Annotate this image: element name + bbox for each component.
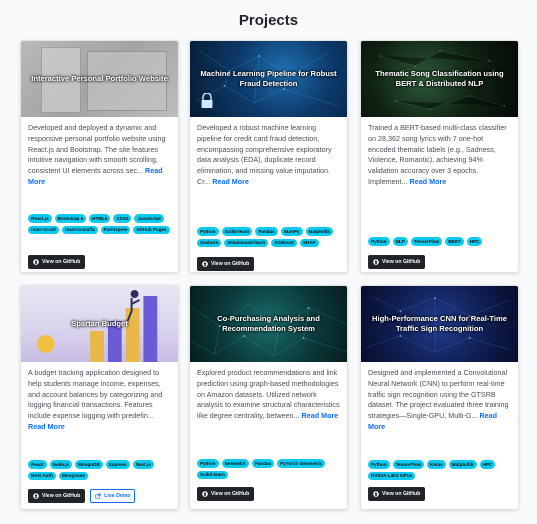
github-icon (202, 261, 208, 267)
project-card-fraud-detection: Machine Learning Pipeline for Robust Fra… (189, 40, 348, 273)
read-more-link[interactable]: Read More (212, 177, 249, 186)
project-image-song-classification: Thematic Song Classification using BERT … (361, 41, 518, 117)
tech-tag: Pandas (255, 227, 278, 236)
view-on-github-button[interactable]: View on GitHub (368, 487, 426, 502)
view-on-github-button[interactable]: View on GitHub (368, 255, 426, 270)
project-card-portfolio: Interactive Personal Portfolio Website D… (20, 40, 179, 273)
tech-tag: Mongoose (58, 471, 88, 480)
github-icon (33, 493, 39, 499)
tech-tag: React (28, 460, 47, 469)
tech-tag: Python (197, 227, 219, 236)
tech-tag: MongoDB (75, 460, 103, 469)
tech-tag: Python (197, 459, 219, 468)
project-image-portfolio: Interactive Personal Portfolio Website (21, 41, 178, 117)
tech-tag: react-icons/fa (61, 225, 98, 234)
tech-tag: NLP (392, 237, 408, 246)
lock-icon (201, 93, 213, 108)
tech-tag: Bootstrap 5 (54, 214, 87, 223)
project-card-spartan-budget: Spartan Budget A budget tracking applica… (20, 285, 179, 510)
project-description: Trained a BERT-based multi-class classif… (368, 123, 507, 186)
view-on-github-button[interactable]: View on GitHub (28, 489, 86, 504)
tech-tag: Seaborn (197, 238, 222, 247)
tech-tag: Matplotlib (305, 227, 334, 236)
tech-tags: Python NetworkX Pandas PyTorch Geometric… (197, 459, 340, 479)
tech-tags: Python Scikit-learn Pandas NumPy Matplot… (197, 227, 340, 247)
project-image-traffic-sign-cnn: High-Performance CNN for Real-Time Traff… (361, 286, 518, 362)
project-description: A budget tracking application designed t… (28, 368, 163, 431)
project-image-title: Co-Purchasing Analysis and Recommendatio… (217, 313, 320, 333)
tech-tag: NetworkX (221, 459, 249, 468)
view-on-github-button[interactable]: View on GitHub (197, 257, 255, 272)
tech-tag: NVIDIA L40S GPUs (368, 471, 416, 480)
tech-tag: Python (368, 460, 390, 469)
tech-tag: Next.js (132, 460, 154, 469)
tech-tag: Python (368, 237, 390, 246)
page-title: Projects (238, 12, 299, 29)
tech-tag: CSS3 (113, 214, 132, 223)
github-icon (373, 259, 379, 265)
tech-tag: Next-Auth (28, 471, 56, 480)
tech-tag: NumPy (280, 227, 303, 236)
tech-tag: Scikit-learn (197, 470, 228, 479)
tech-tag: GitHub Pages (133, 225, 170, 234)
project-description: Designed and implemented a Convolutional… (368, 368, 509, 431)
tech-tag: Matplotlib (448, 460, 477, 469)
github-icon (33, 259, 39, 265)
tech-tag: BERT (445, 237, 464, 246)
tech-tag: JavaScript (134, 214, 164, 223)
tech-tag: SHAP (299, 238, 319, 247)
tech-tag: React.js (28, 214, 52, 223)
project-card-co-purchasing: Co-Purchasing Analysis and Recommendatio… (189, 285, 348, 510)
read-more-link[interactable]: Read More (28, 422, 65, 431)
tech-tag: PyTorch Geometric (277, 459, 326, 468)
github-icon (202, 491, 208, 497)
tech-tag: Node.js (49, 460, 73, 469)
project-image-title: Machine Learning Pipeline for Robust Fra… (200, 68, 337, 88)
external-link-icon (95, 493, 101, 499)
tech-tag: HPC (479, 460, 496, 469)
tech-tag: Express (105, 460, 130, 469)
project-image-fraud-detection: Machine Learning Pipeline for Robust Fra… (190, 41, 347, 117)
read-more-link[interactable]: Read More (410, 177, 447, 186)
tech-tags: Python TensorFlow Keras Matplotlib HPC N… (368, 460, 511, 480)
project-image-title: High-Performance CNN for Real-Time Traff… (372, 313, 507, 333)
tech-tag: Formspree (100, 225, 131, 234)
project-description: Developed and deployed a dynamic and res… (28, 123, 166, 186)
project-card-song-classification: Thematic Song Classification using BERT … (360, 40, 519, 273)
project-description: Developed a robust machine learning pipe… (197, 123, 332, 186)
tech-tag: react-scroll (28, 225, 59, 234)
project-image-spartan-budget: Spartan Budget (21, 286, 178, 362)
tech-tag: XGBoost (271, 238, 297, 247)
tech-tag: HTML5 (89, 214, 111, 223)
project-description: Explored product recommendations and lin… (197, 368, 340, 421)
tech-tag: TensorFlow (410, 237, 443, 246)
github-icon (373, 491, 379, 497)
view-on-github-button[interactable]: View on GitHub (197, 487, 255, 502)
project-image-co-purchasing: Co-Purchasing Analysis and Recommendatio… (190, 286, 347, 362)
tech-tag: TensorFlow (392, 460, 425, 469)
tech-tag: HPC (466, 237, 483, 246)
tech-tags: Python NLP TensorFlow BERT HPC (368, 237, 511, 246)
tech-tag: Scikit-learn (221, 227, 253, 236)
project-image-title: Spartan Budget (71, 318, 128, 328)
tech-tags: React Node.js MongoDB Express Next.js Ne… (28, 460, 171, 480)
read-more-link[interactable]: Read More (302, 411, 339, 420)
project-image-title: Thematic Song Classification using BERT … (375, 68, 504, 88)
tech-tag: Imbalanced-learn (224, 238, 269, 247)
view-on-github-button[interactable]: View on GitHub (28, 255, 86, 270)
live-demo-button[interactable]: Live Demo (90, 489, 136, 504)
tech-tags: React.js Bootstrap 5 HTML5 CSS3 JavaScri… (28, 214, 171, 234)
tech-tag: Pandas (251, 459, 275, 468)
project-card-traffic-sign-cnn: High-Performance CNN for Real-Time Traff… (360, 285, 519, 510)
project-image-title: Interactive Personal Portfolio Website (31, 73, 168, 83)
tech-tag: Keras (427, 460, 446, 469)
